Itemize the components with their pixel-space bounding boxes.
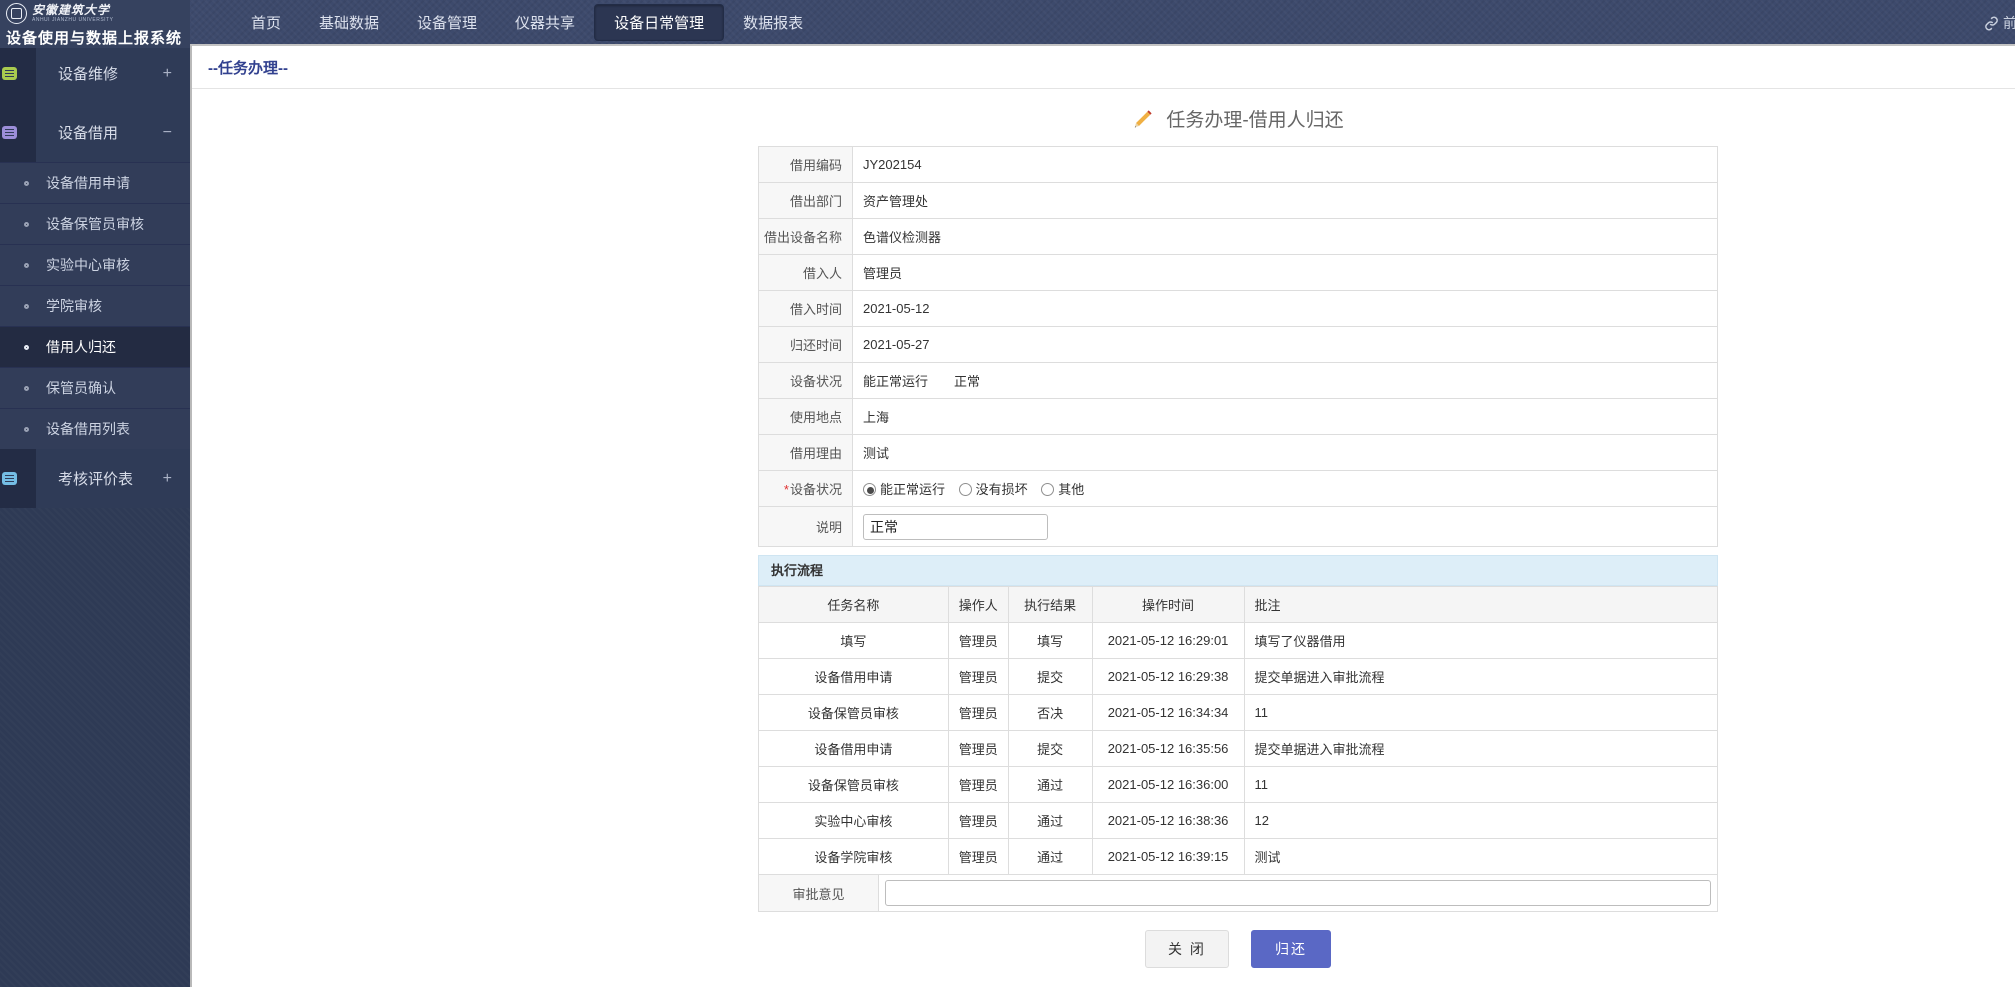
frontend-link[interactable]: 前 bbox=[1984, 12, 2015, 34]
form-row-note: 说明 bbox=[759, 507, 1718, 547]
expand-plus-icon[interactable]: + bbox=[163, 470, 172, 488]
borrower-value: 管理员 bbox=[853, 255, 1718, 291]
flow-row: 设备借用申请管理员 提交2021-05-12 16:29:38 提交单据进入审批… bbox=[759, 659, 1718, 695]
evaluation-menu-icon bbox=[2, 472, 17, 485]
breadcrumb: --任务办理-- bbox=[192, 46, 2015, 89]
bullet-icon bbox=[24, 386, 29, 391]
expand-plus-icon[interactable]: + bbox=[163, 65, 172, 83]
sidebar-section-evaluation[interactable]: 考核评价表 + bbox=[0, 449, 190, 508]
main-content: --任务办理-- 任务办理-借用人归还 借用编码 JY202154 借出部门 资… bbox=[190, 44, 2015, 987]
nav-item-daily-mgmt[interactable]: 设备日常管理 bbox=[594, 4, 724, 41]
form-row-status-radios: *设备状况 能正常运行 没有损坏 其他 bbox=[759, 471, 1718, 507]
col-note: 批注 bbox=[1244, 587, 1718, 623]
borrow-reason-value: 测试 bbox=[853, 435, 1718, 471]
sidebar-item-custodian-confirm[interactable]: 保管员确认 bbox=[0, 367, 190, 408]
nav-item-equipment-mgmt[interactable]: 设备管理 bbox=[398, 5, 496, 40]
flow-row: 设备借用申请管理员 提交2021-05-12 16:35:56 提交单据进入审批… bbox=[759, 731, 1718, 767]
radio-icon[interactable] bbox=[1041, 483, 1054, 496]
borrow-date-value: 2021-05-12 bbox=[853, 291, 1718, 327]
lend-department-value: 资产管理处 bbox=[853, 183, 1718, 219]
flow-table: 任务名称 操作人 执行结果 操作时间 批注 填写管理员 填写2021-05-12… bbox=[758, 586, 1718, 875]
flow-row: 设备保管员审核管理员 否决2021-05-12 16:34:34 11 bbox=[759, 695, 1718, 731]
sidebar-item-borrow-apply[interactable]: 设备借用申请 bbox=[0, 162, 190, 203]
borrow-code-value: JY202154 bbox=[853, 147, 1718, 183]
nav-item-instrument-share[interactable]: 仪器共享 bbox=[496, 5, 594, 40]
frontend-link-label: 前 bbox=[2003, 13, 2015, 33]
university-name-en: ANHUI JIANZHU UNIVERSITY bbox=[32, 18, 113, 23]
form-row: 借用理由 测试 bbox=[759, 435, 1718, 471]
form-row: 借入人 管理员 bbox=[759, 255, 1718, 291]
approval-comment-row: 审批意见 bbox=[758, 875, 1718, 912]
collapse-minus-icon[interactable]: − bbox=[163, 124, 172, 142]
system-title: 设备使用与数据上报系统 bbox=[6, 27, 184, 48]
radio-option-normal[interactable]: 能正常运行 bbox=[863, 482, 949, 497]
nav-item-data-report[interactable]: 数据报表 bbox=[724, 5, 822, 40]
flow-row: 设备保管员审核管理员 通过2021-05-12 16:36:00 11 bbox=[759, 767, 1718, 803]
bullet-icon bbox=[24, 345, 29, 350]
sidebar: 设备维修 + 设备借用 − 设备借用申请 设备保管员审核 实验中心审核 学院审核… bbox=[0, 44, 190, 987]
link-icon bbox=[1984, 16, 1999, 31]
borrow-detail-form: 借用编码 JY202154 借出部门 资产管理处 借出设备名称 色谱仪检测器 借… bbox=[758, 146, 1718, 547]
sidebar-item-borrow-list[interactable]: 设备借用列表 bbox=[0, 408, 190, 449]
close-button[interactable]: 关 闭 bbox=[1145, 930, 1229, 968]
return-date-value: 2021-05-27 bbox=[853, 327, 1718, 363]
flow-row: 实验中心审核管理员 通过2021-05-12 16:38:36 12 bbox=[759, 803, 1718, 839]
col-time: 操作时间 bbox=[1092, 587, 1244, 623]
bullet-icon bbox=[24, 427, 29, 432]
bullet-icon bbox=[24, 263, 29, 268]
top-menu: 首页 基础数据 设备管理 仪器共享 设备日常管理 数据报表 bbox=[232, 0, 822, 44]
form-row: 借入时间 2021-05-12 bbox=[759, 291, 1718, 327]
brand-block: 安徽建筑大学 ANHUI JIANZHU UNIVERSITY 设备使用与数据上… bbox=[0, 0, 190, 48]
form-row: 借出部门 资产管理处 bbox=[759, 183, 1718, 219]
col-task-name: 任务名称 bbox=[759, 587, 949, 623]
form-row: 使用地点 上海 bbox=[759, 399, 1718, 435]
approval-comment-label: 审批意见 bbox=[759, 875, 879, 911]
repair-menu-icon bbox=[2, 67, 17, 80]
form-row: 设备状况 能正常运行 正常 bbox=[759, 363, 1718, 399]
usage-location-value: 上海 bbox=[853, 399, 1718, 435]
flow-section-header: 执行流程 bbox=[758, 555, 1718, 586]
top-navbar: 安徽建筑大学 ANHUI JIANZHU UNIVERSITY 设备使用与数据上… bbox=[0, 0, 2015, 44]
sidebar-item-borrower-return[interactable]: 借用人归还 bbox=[0, 326, 190, 367]
note-input[interactable] bbox=[863, 514, 1048, 540]
form-row: 借出设备名称 色谱仪检测器 bbox=[759, 219, 1718, 255]
sidebar-item-college-review[interactable]: 学院审核 bbox=[0, 285, 190, 326]
university-seal-icon bbox=[6, 3, 27, 24]
bullet-icon bbox=[24, 181, 29, 186]
radio-selected-icon[interactable] bbox=[863, 483, 876, 496]
borrow-menu-icon bbox=[2, 126, 17, 139]
radio-option-no-damage[interactable]: 没有损坏 bbox=[959, 482, 1032, 497]
return-button[interactable]: 归还 bbox=[1251, 930, 1331, 968]
form-row: 借用编码 JY202154 bbox=[759, 147, 1718, 183]
bullet-icon bbox=[24, 222, 29, 227]
col-operator: 操作人 bbox=[948, 587, 1008, 623]
form-row: 归还时间 2021-05-27 bbox=[759, 327, 1718, 363]
sidebar-section-label: 设备借用 bbox=[58, 122, 118, 143]
device-name-value: 色谱仪检测器 bbox=[853, 219, 1718, 255]
page-title: 任务办理-借用人归还 bbox=[758, 105, 1718, 132]
sidebar-item-labcenter-review[interactable]: 实验中心审核 bbox=[0, 244, 190, 285]
device-condition-value: 能正常运行 正常 bbox=[853, 363, 1718, 399]
university-name: 安徽建筑大学 bbox=[32, 4, 113, 16]
sidebar-section-borrow[interactable]: 设备借用 − bbox=[0, 103, 190, 162]
flow-row: 设备学院审核管理员 通过2021-05-12 16:39:15 测试 bbox=[759, 839, 1718, 875]
sidebar-section-label: 考核评价表 bbox=[58, 468, 133, 489]
sidebar-item-custodian-review[interactable]: 设备保管员审核 bbox=[0, 203, 190, 244]
nav-item-home[interactable]: 首页 bbox=[232, 5, 300, 40]
approval-comment-input[interactable] bbox=[885, 880, 1711, 906]
bullet-icon bbox=[24, 304, 29, 309]
sidebar-section-repair[interactable]: 设备维修 + bbox=[0, 44, 190, 103]
radio-option-other[interactable]: 其他 bbox=[1041, 482, 1084, 497]
pencil-icon bbox=[1132, 108, 1154, 130]
col-result: 执行结果 bbox=[1008, 587, 1092, 623]
sidebar-section-label: 设备维修 bbox=[58, 63, 118, 84]
flow-row: 填写管理员 填写2021-05-12 16:29:01 填写了仪器借用 bbox=[759, 623, 1718, 659]
nav-item-basic-data[interactable]: 基础数据 bbox=[300, 5, 398, 40]
flow-header-row: 任务名称 操作人 执行结果 操作时间 批注 bbox=[759, 587, 1718, 623]
radio-icon[interactable] bbox=[959, 483, 972, 496]
